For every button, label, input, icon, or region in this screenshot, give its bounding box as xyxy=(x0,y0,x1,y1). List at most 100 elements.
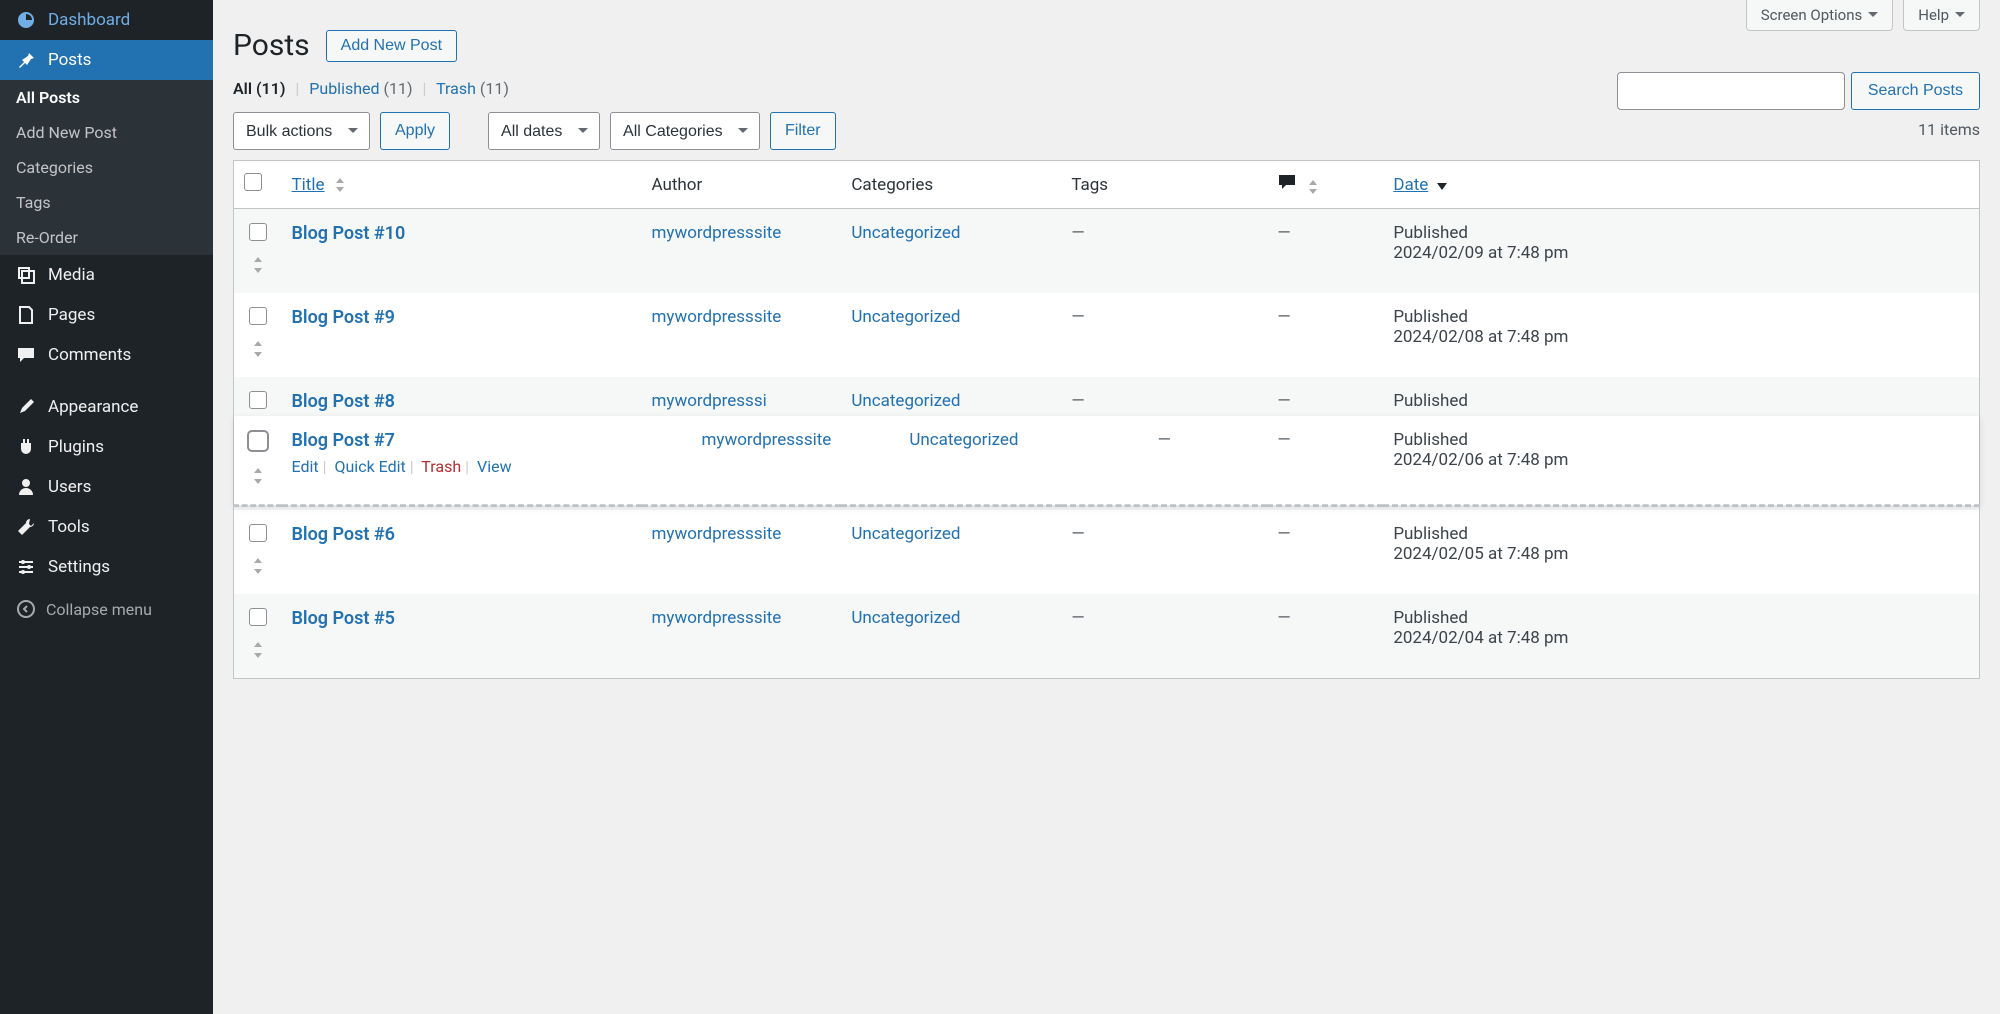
column-comments[interactable] xyxy=(1267,161,1383,209)
post-title-link[interactable]: Blog Post #9 xyxy=(292,307,395,328)
category-link[interactable]: Uncategorized xyxy=(851,524,960,544)
row-checkbox[interactable] xyxy=(249,307,267,325)
sidebar-item-appearance[interactable]: Appearance xyxy=(0,387,213,427)
date-cell: Published2024/02/05 at 7:48 pm xyxy=(1383,510,1979,594)
tags-cell: — xyxy=(1071,391,1084,411)
column-categories: Categories xyxy=(841,161,1061,209)
sidebar-item-tools[interactable]: Tools xyxy=(0,507,213,547)
pages-icon xyxy=(16,305,36,325)
tags-cell: — xyxy=(1071,524,1084,544)
select-all-checkbox[interactable] xyxy=(244,173,262,191)
screen-options-tab[interactable]: Screen Options xyxy=(1746,0,1894,31)
sidebar-submenu-posts: All Posts Add New Post Categories Tags R… xyxy=(0,80,213,255)
post-title-link[interactable]: Blog Post #5 xyxy=(292,608,395,629)
table-row: Blog Post #9 mywordpresssite Uncategoriz… xyxy=(234,293,1980,377)
author-link[interactable]: mywordpresssite xyxy=(652,524,782,544)
category-link[interactable]: Uncategorized xyxy=(909,430,1018,450)
category-filter-select[interactable]: All Categories xyxy=(610,112,760,150)
edit-link[interactable]: Edit xyxy=(292,457,319,476)
pin-icon xyxy=(16,50,36,70)
tablenav-top: Bulk actions Apply All dates All Categor… xyxy=(233,112,1980,160)
sidebar-item-dashboard[interactable]: Dashboard xyxy=(0,0,213,40)
row-checkbox[interactable] xyxy=(249,608,267,626)
date-cell: Published2024/02/06 at 7:48 pm xyxy=(1383,416,1979,506)
tags-cell: — xyxy=(1071,223,1084,243)
sort-icon xyxy=(333,175,347,195)
apply-button[interactable]: Apply xyxy=(380,112,450,150)
tags-cell: — xyxy=(1071,608,1084,628)
sidebar-item-comments[interactable]: Comments xyxy=(0,335,213,375)
comment-icon xyxy=(1277,173,1297,196)
sidebar-sub-categories[interactable]: Categories xyxy=(0,150,213,185)
collapse-menu-button[interactable]: Collapse menu xyxy=(0,587,213,631)
search-posts-input[interactable] xyxy=(1617,72,1845,110)
author-link[interactable]: mywordpresssi xyxy=(652,391,767,411)
category-link[interactable]: Uncategorized xyxy=(851,608,960,628)
drag-handle-icon[interactable] xyxy=(244,641,272,664)
post-title-link[interactable]: Blog Post #8 xyxy=(292,391,395,412)
author-link[interactable]: mywordpresssite xyxy=(702,430,832,450)
category-link[interactable]: Uncategorized xyxy=(851,307,960,327)
comments-cell: — xyxy=(1277,223,1290,243)
date-filter-select[interactable]: All dates xyxy=(488,112,600,150)
main-content: Screen Options Help Posts Add New Post A… xyxy=(213,0,2000,1014)
table-row: Blog Post #8 mywordpresssi Uncategorized… xyxy=(234,377,1980,416)
sidebar-sub-tags[interactable]: Tags xyxy=(0,185,213,220)
post-title-link[interactable]: Blog Post #7 xyxy=(292,430,395,451)
help-tab[interactable]: Help xyxy=(1903,0,1980,31)
add-new-post-button[interactable]: Add New Post xyxy=(326,30,457,62)
bulk-actions-select[interactable]: Bulk actions xyxy=(233,112,370,150)
collapse-label: Collapse menu xyxy=(46,600,152,619)
sidebar-item-media[interactable]: Media xyxy=(0,255,213,295)
drag-handle-icon[interactable] xyxy=(244,256,272,279)
comments-cell: — xyxy=(1277,608,1290,628)
sidebar-item-plugins[interactable]: Plugins xyxy=(0,427,213,467)
page-title: Posts xyxy=(233,28,310,63)
post-title-link[interactable]: Blog Post #6 xyxy=(292,524,395,545)
filter-button[interactable]: Filter xyxy=(770,112,836,150)
help-label: Help xyxy=(1918,6,1949,24)
sidebar-label: Settings xyxy=(48,557,110,577)
filter-published-link[interactable]: Published xyxy=(309,79,379,98)
row-checkbox[interactable] xyxy=(249,223,267,241)
author-link[interactable]: mywordpresssite xyxy=(652,307,782,327)
comments-cell: — xyxy=(1277,391,1290,411)
author-link[interactable]: mywordpresssite xyxy=(652,608,782,628)
sidebar-item-users[interactable]: Users xyxy=(0,467,213,507)
table-row[interactable]: Blog Post #7 Edit| Quick Edit| Trash| Vi… xyxy=(234,416,1980,506)
filter-trash-link[interactable]: Trash xyxy=(436,79,476,98)
collapse-icon xyxy=(16,599,36,619)
sidebar-label: Dashboard xyxy=(48,10,130,30)
trash-link[interactable]: Trash xyxy=(421,457,461,476)
posts-table: Title Author Categories Tags Date xyxy=(233,160,1980,679)
quick-edit-link[interactable]: Quick Edit xyxy=(334,457,405,476)
search-posts-button[interactable]: Search Posts xyxy=(1851,72,1980,110)
drag-handle-icon[interactable] xyxy=(244,467,272,490)
sidebar-sub-all-posts[interactable]: All Posts xyxy=(0,80,213,115)
sidebar-sub-add-new[interactable]: Add New Post xyxy=(0,115,213,150)
filter-all-link[interactable]: All (11) xyxy=(233,79,285,98)
row-checkbox[interactable] xyxy=(249,391,267,409)
post-title-link[interactable]: Blog Post #10 xyxy=(292,223,406,244)
category-link[interactable]: Uncategorized xyxy=(851,223,960,243)
column-title[interactable]: Title xyxy=(282,161,642,209)
sidebar-label: Comments xyxy=(48,345,131,365)
drag-handle-icon[interactable] xyxy=(244,557,272,580)
media-icon xyxy=(16,265,36,285)
date-cell: Published xyxy=(1383,377,1979,416)
category-link[interactable]: Uncategorized xyxy=(851,391,960,411)
column-date[interactable]: Date xyxy=(1383,161,1979,209)
author-link[interactable]: mywordpresssite xyxy=(652,223,782,243)
view-link[interactable]: View xyxy=(477,457,512,476)
sidebar-label: Tools xyxy=(48,517,90,537)
drag-handle-icon[interactable] xyxy=(244,340,272,363)
admin-sidebar: Dashboard Posts All Posts Add New Post C… xyxy=(0,0,213,1014)
sort-desc-icon xyxy=(1437,175,1447,195)
sidebar-item-pages[interactable]: Pages xyxy=(0,295,213,335)
sidebar-sub-reorder[interactable]: Re-Order xyxy=(0,220,213,255)
sidebar-item-posts[interactable]: Posts xyxy=(0,40,213,80)
sidebar-item-settings[interactable]: Settings xyxy=(0,547,213,587)
sidebar-label: Users xyxy=(48,477,91,497)
row-checkbox[interactable] xyxy=(247,430,269,452)
row-checkbox[interactable] xyxy=(249,524,267,542)
